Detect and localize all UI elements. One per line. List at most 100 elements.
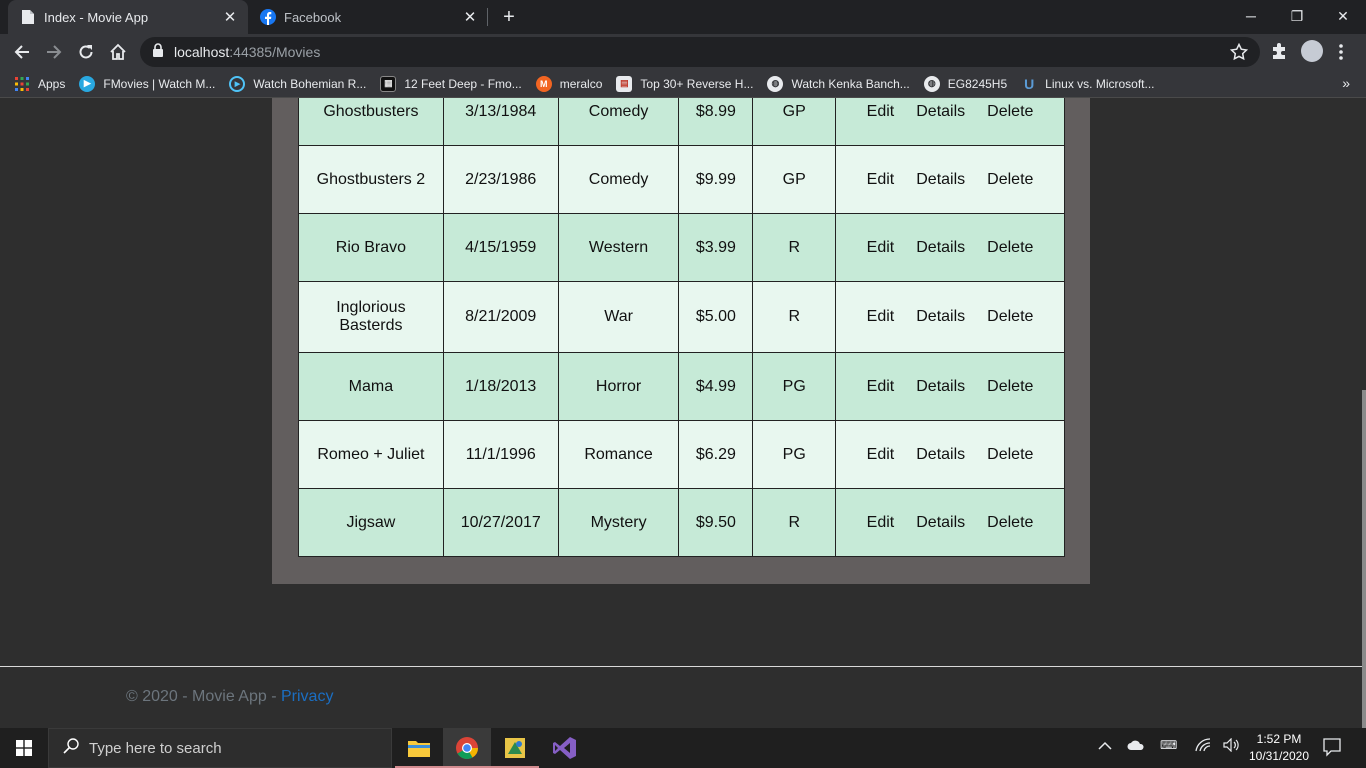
arrow-left-icon — [14, 45, 29, 59]
browser-toolbar: localhost:44385/Movies — [0, 34, 1366, 70]
tab-facebook[interactable]: Facebook ✕ — [248, 0, 488, 34]
footer: © 2020 - Movie App - Privacy — [126, 688, 333, 706]
bookmark-meralco[interactable]: M meralco — [535, 75, 603, 92]
forward-button[interactable] — [40, 38, 68, 66]
bookmark-apps[interactable]: Apps — [14, 76, 65, 92]
notification-icon[interactable] — [1322, 737, 1342, 762]
edit-link[interactable]: Edit — [867, 446, 895, 463]
bookmark-12-feet-deep[interactable]: ▦ 12 Feet Deep - Fmo... — [380, 75, 522, 92]
onedrive-icon[interactable] — [1127, 738, 1145, 754]
tab-strip: Index - Movie App ✕ Facebook ✕ + ─ ❐ ✕ — [0, 0, 1366, 34]
edit-link[interactable]: Edit — [867, 239, 895, 256]
close-tab-icon[interactable]: ✕ — [220, 7, 240, 27]
tab-separator — [487, 8, 488, 26]
taskbar-search[interactable]: Type here to search — [48, 728, 392, 768]
details-link[interactable]: Details — [916, 171, 965, 188]
profile-avatar[interactable] — [1301, 40, 1323, 62]
apps-grid-icon — [14, 76, 30, 92]
search-icon — [63, 738, 79, 758]
close-tab-icon[interactable]: ✕ — [460, 7, 480, 27]
details-link[interactable]: Details — [916, 239, 965, 256]
details-link[interactable]: Details — [916, 103, 965, 120]
privacy-link[interactable]: Privacy — [281, 688, 333, 705]
volume-icon[interactable] — [1223, 737, 1241, 755]
table-row: Romeo + Juliet 11/1/1996 Romance $6.29 PG Edi… — [298, 420, 1065, 489]
details-link[interactable]: Details — [916, 308, 965, 325]
file-explorer-button[interactable] — [395, 728, 443, 768]
release-date-cell: 11/1/1996 — [442, 420, 559, 489]
wifi-icon[interactable] — [1195, 738, 1211, 755]
chevron-up-icon[interactable] — [1098, 738, 1112, 754]
minimize-button[interactable]: ─ — [1228, 0, 1274, 32]
new-tab-button[interactable]: + — [498, 6, 520, 28]
home-button[interactable] — [104, 38, 132, 66]
visual-studio-icon — [553, 737, 576, 759]
details-link[interactable]: Details — [916, 446, 965, 463]
release-date-cell: 10/27/2017 — [442, 488, 559, 557]
more-vert-icon[interactable] — [1338, 42, 1344, 62]
chrome-button[interactable] — [443, 728, 491, 768]
lock-icon — [152, 42, 164, 62]
bookmark-bohemian[interactable]: ▶ Watch Bohemian R... — [229, 75, 366, 92]
table-row: Jigsaw 10/27/2017 Mystery $9.50 R Edit Details… — [298, 488, 1065, 557]
genre-cell: Horror — [557, 352, 680, 421]
rating-cell: PG — [752, 420, 837, 489]
price-cell: $5.00 — [678, 281, 754, 353]
back-button[interactable] — [8, 38, 36, 66]
system-clock[interactable]: 1:52 PM 10/31/2020 — [1248, 731, 1310, 765]
release-date-cell: 3/13/1984 — [442, 98, 559, 146]
language-icon[interactable]: ⌨ — [1160, 738, 1177, 752]
delete-link[interactable]: Delete — [987, 103, 1033, 120]
actions-cell: Edit Details Delete — [835, 213, 1065, 282]
delete-link[interactable]: Delete — [987, 239, 1033, 256]
edit-link[interactable]: Edit — [867, 171, 895, 188]
edit-link[interactable]: Edit — [867, 308, 895, 325]
actions-cell: Edit Details Delete — [835, 281, 1065, 353]
bookmark-top-30[interactable]: ▤ Top 30+ Reverse H... — [616, 75, 753, 92]
delete-link[interactable]: Delete — [987, 514, 1033, 531]
bookmark-label: meralco — [559, 76, 603, 91]
delete-link[interactable]: Delete — [987, 171, 1033, 188]
details-link[interactable]: Details — [916, 378, 965, 395]
puzzle-icon[interactable] — [1270, 42, 1288, 65]
visual-studio-button[interactable] — [541, 728, 589, 768]
details-link[interactable]: Details — [916, 514, 965, 531]
close-window-button[interactable]: ✕ — [1320, 0, 1366, 32]
home-icon — [110, 43, 126, 60]
scrollbar-thumb[interactable] — [1362, 390, 1366, 728]
address-bar[interactable]: localhost:44385/Movies — [140, 37, 1260, 67]
rating-cell: GP — [752, 98, 837, 146]
restore-button[interactable]: ❐ — [1274, 0, 1320, 32]
app-button[interactable] — [491, 728, 539, 768]
star-icon[interactable] — [1229, 42, 1249, 66]
rating-cell: R — [752, 281, 837, 353]
edit-link[interactable]: Edit — [867, 514, 895, 531]
bookmark-fmovies[interactable]: ▶ FMovies | Watch M... — [79, 75, 215, 92]
edit-link[interactable]: Edit — [867, 103, 895, 120]
bookmarks-overflow-button[interactable]: » — [1342, 75, 1350, 91]
bookmark-eg8245h5[interactable]: ◍ EG8245H5 — [923, 75, 1007, 92]
price-cell: $6.29 — [678, 420, 754, 489]
delete-link[interactable]: Delete — [987, 446, 1033, 463]
genre-cell: Comedy — [557, 145, 680, 214]
bookmark-label: Linux vs. Microsoft... — [1045, 76, 1155, 91]
bookmark-linux-vs-microsoft[interactable]: U Linux vs. Microsoft... — [1021, 76, 1154, 92]
rating-cell: PG — [752, 352, 837, 421]
release-date-cell: 8/21/2009 — [442, 281, 559, 353]
globe-icon: ◍ — [923, 75, 940, 92]
app-icon — [505, 738, 525, 758]
table-row: Ghostbusters 2 2/23/1986 Comedy $9.99 GP Edit… — [298, 145, 1065, 214]
delete-link[interactable]: Delete — [987, 378, 1033, 395]
edit-link[interactable]: Edit — [867, 378, 895, 395]
start-button[interactable] — [0, 728, 48, 768]
reload-button[interactable] — [72, 38, 100, 66]
bookmark-label: Watch Kenka Banch... — [791, 76, 910, 91]
movie-title-cell: Ghostbusters — [298, 98, 444, 146]
url-path: :44385/Movies — [229, 44, 321, 60]
rating-cell: R — [752, 488, 837, 557]
windows-taskbar: Type here to search ⌨ 1:52 PM 10/31/2020 — [0, 728, 1366, 768]
delete-link[interactable]: Delete — [987, 308, 1033, 325]
tab-index-movie-app[interactable]: Index - Movie App ✕ — [8, 0, 248, 34]
price-cell: $3.99 — [678, 213, 754, 282]
bookmark-kenka[interactable]: ◍ Watch Kenka Banch... — [767, 75, 910, 92]
